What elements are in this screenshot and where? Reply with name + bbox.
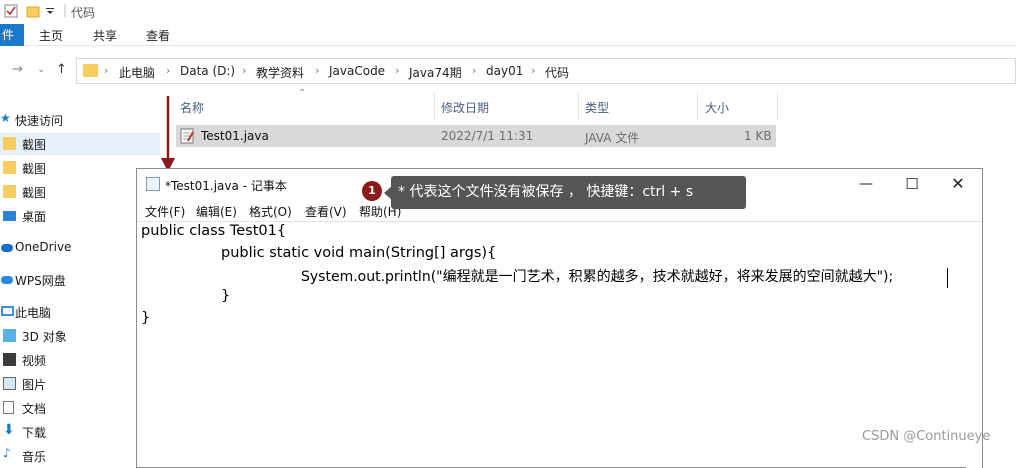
- folder-icon: [3, 185, 16, 198]
- recent-dropdown-icon[interactable]: ⌄: [37, 64, 45, 75]
- properties-icon[interactable]: [4, 4, 18, 18]
- back-arrow-icon[interactable]: →: [12, 62, 23, 77]
- chevron-right-icon[interactable]: ›: [472, 64, 476, 77]
- notepad-window: *Test01.java - 记事本 — ☐ ✕ 文件(F) 编辑(E) 格式(…: [136, 168, 983, 468]
- menu-view[interactable]: 查看(V): [305, 203, 347, 220]
- menu-file[interactable]: 文件(F): [145, 203, 185, 220]
- column-divider[interactable]: [434, 92, 435, 120]
- breadcrumb-javacode[interactable]: JavaCode: [329, 64, 385, 78]
- new-folder-icon[interactable]: [26, 4, 40, 18]
- breadcrumb-java74[interactable]: Java74期: [409, 64, 462, 81]
- tab-file[interactable]: 件: [0, 24, 24, 46]
- computer-icon: [1, 306, 14, 316]
- quick-access-dropdown-icon[interactable]: [45, 4, 55, 18]
- notepad-title: *Test01.java - 记事本: [165, 179, 287, 193]
- minimize-button[interactable]: —: [851, 173, 881, 195]
- tab-view[interactable]: 查看: [146, 27, 170, 44]
- tab-home[interactable]: 主页: [39, 27, 63, 44]
- chevron-right-icon[interactable]: ›: [242, 64, 246, 77]
- column-header-modified[interactable]: 修改日期: [441, 99, 489, 116]
- notepad-icon: [146, 177, 160, 191]
- ribbon-tabs: 件 主页 共享 查看: [0, 24, 1016, 46]
- cloud-icon: [1, 276, 13, 284]
- column-divider[interactable]: [777, 92, 778, 120]
- menu-format[interactable]: 格式(O): [249, 203, 292, 220]
- column-divider[interactable]: [578, 92, 579, 120]
- nav-screenshots[interactable]: 截图: [0, 133, 160, 155]
- column-header-name[interactable]: 名称: [180, 99, 204, 116]
- maximize-button[interactable]: ☐: [897, 173, 927, 195]
- text-caret: [947, 268, 948, 288]
- annotation-arrow: [161, 96, 175, 172]
- file-size: 1 KB: [744, 129, 772, 143]
- text-editor[interactable]: public class Test01{ public static void …: [137, 221, 982, 468]
- column-header-type[interactable]: 类型: [585, 99, 609, 116]
- menu-edit[interactable]: 编辑(E): [196, 203, 237, 220]
- sort-up-icon: ⌃: [298, 88, 307, 99]
- java-file-icon: [180, 128, 194, 144]
- breadcrumb-this-pc[interactable]: 此电脑: [119, 64, 155, 81]
- file-type: JAVA 文件: [585, 131, 640, 145]
- chevron-right-icon[interactable]: ›: [166, 64, 170, 77]
- annotation-badge: 1: [362, 181, 382, 201]
- table-row[interactable]: Test01.java 2022/7/1 11:31 JAVA 文件 1 KB: [176, 125, 776, 147]
- file-modified: 2022/7/1 11:31: [441, 129, 534, 143]
- close-button[interactable]: ✕: [943, 173, 973, 195]
- folder-icon: [83, 64, 98, 77]
- title-divider: |: [63, 3, 68, 17]
- chevron-right-icon[interactable]: ›: [315, 64, 319, 77]
- breadcrumb-teaching[interactable]: 教学资料: [256, 64, 304, 81]
- up-arrow-icon[interactable]: ↑: [56, 62, 67, 77]
- column-header-size[interactable]: 大小: [705, 99, 729, 116]
- file-name: Test01.java: [201, 129, 269, 143]
- window-title: 代码: [71, 6, 96, 20]
- picture-icon: [3, 377, 16, 390]
- music-icon: ♪: [3, 446, 11, 460]
- code-line: }: [221, 288, 231, 304]
- document-icon: [3, 401, 14, 414]
- tab-share[interactable]: 共享: [93, 27, 117, 44]
- watermark: CSDN @Continueye: [862, 429, 991, 444]
- desktop-icon: [3, 211, 16, 221]
- title-bar: | 代码: [0, 0, 1016, 24]
- code-line: System.out.println("编程就是一门艺术，积累的越多，技术就越好…: [301, 269, 894, 285]
- chevron-right-icon[interactable]: ›: [395, 64, 399, 77]
- breadcrumb-data-drive[interactable]: Data (D:): [180, 64, 235, 78]
- code-line: }: [141, 310, 151, 326]
- chevron-right-icon[interactable]: ›: [531, 64, 535, 77]
- address-bar[interactable]: › 此电脑 › Data (D:) › 教学资料 › JavaCode › Ja…: [76, 58, 1016, 84]
- code-line: public class Test01{: [141, 223, 287, 239]
- address-row: → ⌄ ↑ › 此电脑 › Data (D:) › 教学资料 › JavaCod…: [0, 52, 1016, 88]
- folder-icon: [3, 161, 16, 174]
- annotation-tooltip: * 代表这个文件没有被保存 ， 快捷键：ctrl + s: [391, 176, 746, 209]
- column-divider[interactable]: [697, 92, 698, 120]
- folder-icon: [3, 137, 16, 150]
- chevron-right-icon[interactable]: ›: [104, 64, 108, 77]
- nav-quick-access[interactable]: ★ 快速访问: [0, 109, 160, 131]
- code-line: public static void main(String[] args){: [221, 245, 497, 261]
- video-icon: [3, 353, 16, 366]
- breadcrumb-day01[interactable]: day01: [486, 64, 523, 78]
- star-icon: ★: [0, 111, 11, 125]
- cube-icon: [3, 329, 16, 342]
- breadcrumb-code[interactable]: 代码: [545, 64, 569, 81]
- download-icon: ⬇: [3, 422, 15, 438]
- cloud-icon: [1, 244, 13, 252]
